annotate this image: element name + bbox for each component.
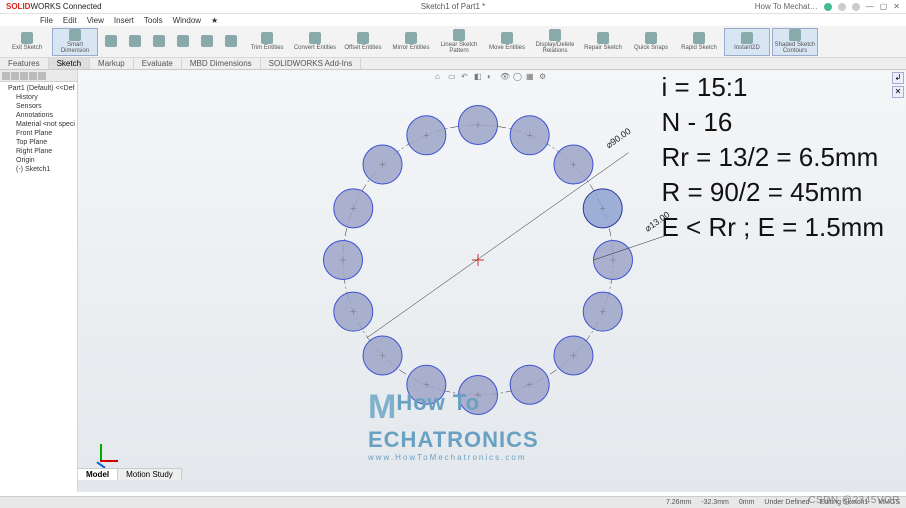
watermark-logo: MHow ToECHATRONICS www.HowToMechatronics… <box>368 388 539 462</box>
csdn-watermark: CSDN @2345VOR <box>808 495 900 506</box>
tree-item[interactable]: Origin <box>2 156 75 165</box>
tree-item[interactable]: Annotations <box>2 111 75 120</box>
ribbon-tool[interactable] <box>172 28 194 56</box>
search-label[interactable]: How To Mechat… <box>755 2 818 11</box>
confirmation-corner: ↲ ✕ <box>892 72 904 98</box>
view-triad[interactable] <box>86 438 116 468</box>
ribbon-convert-entities[interactable]: Convert Entities <box>292 28 338 56</box>
menu-tools[interactable]: Tools <box>144 16 163 25</box>
side-icon[interactable] <box>11 72 19 80</box>
ribbon-tab-markup[interactable]: Markup <box>90 58 134 69</box>
param-r: R = 90/2 = 45mm <box>661 175 884 210</box>
menu-pin-icon[interactable]: ★ <box>211 16 218 25</box>
ribbon-display-delete-relations[interactable]: Display/Delete Relations <box>532 28 578 56</box>
ribbon-rapid-sketch[interactable]: Rapid Sketch <box>676 28 722 56</box>
menu-window[interactable]: Window <box>173 16 201 25</box>
param-n: N - 16 <box>661 105 884 140</box>
ribbon-trim-entities[interactable]: Trim Entities <box>244 28 290 56</box>
menu-bar: File Edit View Insert Tools Window ★ <box>0 14 906 26</box>
menu-file[interactable]: File <box>40 16 53 25</box>
ribbon-linear-sketch-pattern[interactable]: Linear Sketch Pattern <box>436 28 482 56</box>
ribbon-tool[interactable] <box>148 28 170 56</box>
ribbon-tabs: FeaturesSketchMarkupEvaluateMBD Dimensio… <box>0 58 906 70</box>
feature-tree-panel: Part1 (Default) <<Default>_Display Sta H… <box>0 70 78 492</box>
param-rr: Rr = 13/2 = 6.5mm <box>661 140 884 175</box>
tree-item[interactable]: Top Plane <box>2 138 75 147</box>
minimize-icon[interactable]: — <box>866 2 874 11</box>
confirm-cancel-icon[interactable]: ✕ <box>892 86 904 98</box>
side-icon[interactable] <box>29 72 37 80</box>
tab-model[interactable]: Model <box>78 469 118 480</box>
side-icon[interactable] <box>2 72 10 80</box>
cloud-status-icon[interactable] <box>824 3 832 11</box>
main-area: Part1 (Default) <<Default>_Display Sta H… <box>0 70 906 492</box>
ribbon-tab-features[interactable]: Features <box>0 58 49 69</box>
ribbon-tool[interactable] <box>124 28 146 56</box>
tab-motion-study[interactable]: Motion Study <box>118 469 182 480</box>
side-toolbar <box>0 70 77 82</box>
app-logo: SOLIDWORKS Connected <box>6 2 102 11</box>
close-icon[interactable]: ✕ <box>893 2 900 11</box>
param-e: E < Rr ; E = 1.5mm <box>661 210 884 245</box>
status-y: -32.3mm <box>701 499 729 506</box>
title-bar: SOLIDWORKS Connected Sketch1 of Part1 * … <box>0 0 906 14</box>
tree-item[interactable]: History <box>2 93 75 102</box>
ribbon-quick-snaps[interactable]: Quick Snaps <box>628 28 674 56</box>
ribbon-exit-sketch[interactable]: Exit Sketch <box>4 28 50 56</box>
ribbon-mirror-entities[interactable]: Mirror Entities <box>388 28 434 56</box>
ribbon-tab-mbd-dimensions[interactable]: MBD Dimensions <box>182 58 261 69</box>
menu-view[interactable]: View <box>87 16 104 25</box>
ribbon-tab-evaluate[interactable]: Evaluate <box>134 58 182 69</box>
feature-tree: Part1 (Default) <<Default>_Display Sta H… <box>0 82 77 176</box>
menu-edit[interactable]: Edit <box>63 16 77 25</box>
tree-item[interactable]: Material <not specified> <box>2 120 75 129</box>
dimension-d90[interactable]: ⌀90.00 <box>604 126 633 150</box>
status-z: 0mm <box>739 499 755 506</box>
ribbon-tool[interactable] <box>220 28 242 56</box>
status-x: 7.26mm <box>666 499 691 506</box>
ribbon-move-entities[interactable]: Move Entities <box>484 28 530 56</box>
ribbon: Exit SketchSmart Dimension Trim EntitiesC… <box>0 26 906 58</box>
tree-item[interactable]: Sensors <box>2 102 75 111</box>
ribbon-shaded-sketch-contours[interactable]: Shaded Sketch Contours <box>772 28 818 56</box>
ribbon-tool[interactable] <box>196 28 218 56</box>
notifications-icon[interactable] <box>838 3 846 11</box>
side-icon[interactable] <box>38 72 46 80</box>
tree-item[interactable]: Right Plane <box>2 147 75 156</box>
ribbon-offset-entities[interactable]: Offset Entities <box>340 28 386 56</box>
tree-item[interactable]: Front Plane <box>2 129 75 138</box>
graphics-canvas[interactable]: ⌂ ▭ ↶ ◧ ◐ 👁 ◯ ▦ ⚙ ↲ ✕ ⌀90.00⌀13.00 i = 1… <box>78 70 906 492</box>
confirm-ok-icon[interactable]: ↲ <box>892 72 904 84</box>
status-bar: 7.26mm -32.3mm 0mm Under Defined Editing… <box>0 496 906 508</box>
document-title: Sketch1 of Part1 * <box>421 2 485 11</box>
param-ratio: i = 15:1 <box>661 70 884 105</box>
help-icon[interactable] <box>852 3 860 11</box>
ribbon-tab-solidworks-add-ins[interactable]: SOLIDWORKS Add-Ins <box>261 58 362 69</box>
ribbon-instant2d[interactable]: Instant2D <box>724 28 770 56</box>
ribbon-repair-sketch[interactable]: Repair Sketch <box>580 28 626 56</box>
title-right-cluster: How To Mechat… — ▢ ✕ <box>755 2 900 11</box>
ribbon-smart-dimension[interactable]: Smart Dimension <box>52 28 98 56</box>
ribbon-tool[interactable] <box>100 28 122 56</box>
ribbon-tab-sketch[interactable]: Sketch <box>49 58 90 69</box>
status-defined: Under Defined <box>764 499 809 506</box>
tree-item[interactable]: (-) Sketch1 <box>2 165 75 174</box>
menu-insert[interactable]: Insert <box>114 16 134 25</box>
model-tabs: Model Motion Study <box>78 468 182 480</box>
design-parameters-overlay: i = 15:1 N - 16 Rr = 13/2 = 6.5mm R = 90… <box>661 70 884 245</box>
tree-root[interactable]: Part1 (Default) <<Default>_Display Sta <box>2 84 75 93</box>
triad-x-axis <box>100 460 118 462</box>
maximize-icon[interactable]: ▢ <box>880 2 888 11</box>
side-icon[interactable] <box>20 72 28 80</box>
